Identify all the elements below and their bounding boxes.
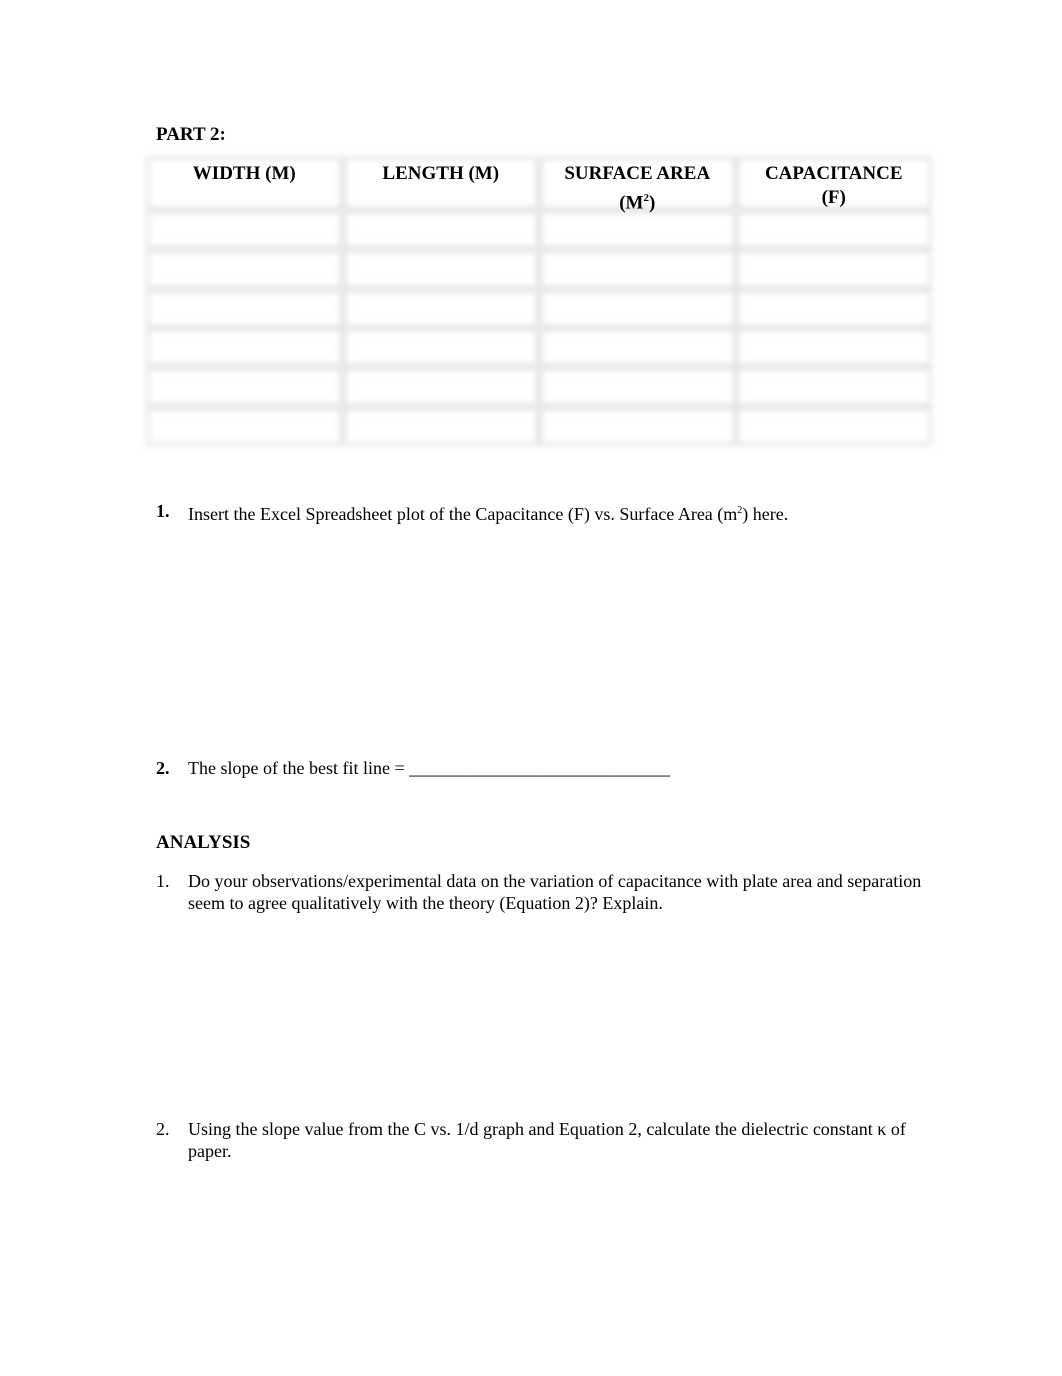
table-row <box>146 367 932 407</box>
header-surface-area: SURFACE AREA (M2) <box>539 162 736 215</box>
header-capacitance-label: CAPACITANCE <box>764 163 903 184</box>
table-headers: WIDTH (M) LENGTH (M) SURFACE AREA (M2) C… <box>146 162 932 215</box>
table-row <box>146 406 932 446</box>
question-2: 2. The slope of the best fit line = ____… <box>156 757 938 779</box>
header-surface-area-label: SURFACE AREA <box>564 163 711 184</box>
table-row <box>146 288 932 328</box>
question-text: The slope of the best fit line = _______… <box>188 758 671 778</box>
header-length: LENGTH (M) <box>343 162 540 215</box>
analysis-number: 1. <box>156 871 170 891</box>
question-1: 1. Insert the Excel Spreadsheet plot of … <box>156 500 938 525</box>
part-title: PART 2: <box>156 124 226 145</box>
header-capacitance-unit: (F) <box>821 187 846 208</box>
analysis-item-2: 2. Using the slope value from the C vs. … <box>156 1118 938 1162</box>
analysis-text: Do your observations/experimental data o… <box>188 871 922 913</box>
header-width: WIDTH (M) <box>146 162 343 215</box>
header-surface-area-unit: (M2) <box>619 192 656 214</box>
question-text: Insert the Excel Spreadsheet plot of the… <box>188 504 789 524</box>
question-number: 1. <box>156 501 170 521</box>
table-row <box>146 249 932 289</box>
header-capacitance: CAPACITANCE (F) <box>736 162 933 215</box>
header-length-label: LENGTH (M) <box>382 163 500 184</box>
analysis-title: ANALYSIS <box>156 832 251 853</box>
answer-blank[interactable]: _____________________________ <box>409 758 670 778</box>
header-width-label: WIDTH (M) <box>192 163 296 184</box>
table-row <box>146 210 932 250</box>
analysis-text: Using the slope value from the C vs. 1/d… <box>188 1119 906 1161</box>
analysis-item-1: 1. Do your observations/experimental dat… <box>156 870 938 914</box>
table-row <box>146 327 932 368</box>
question-number: 2. <box>156 758 170 778</box>
analysis-number: 2. <box>156 1119 170 1139</box>
